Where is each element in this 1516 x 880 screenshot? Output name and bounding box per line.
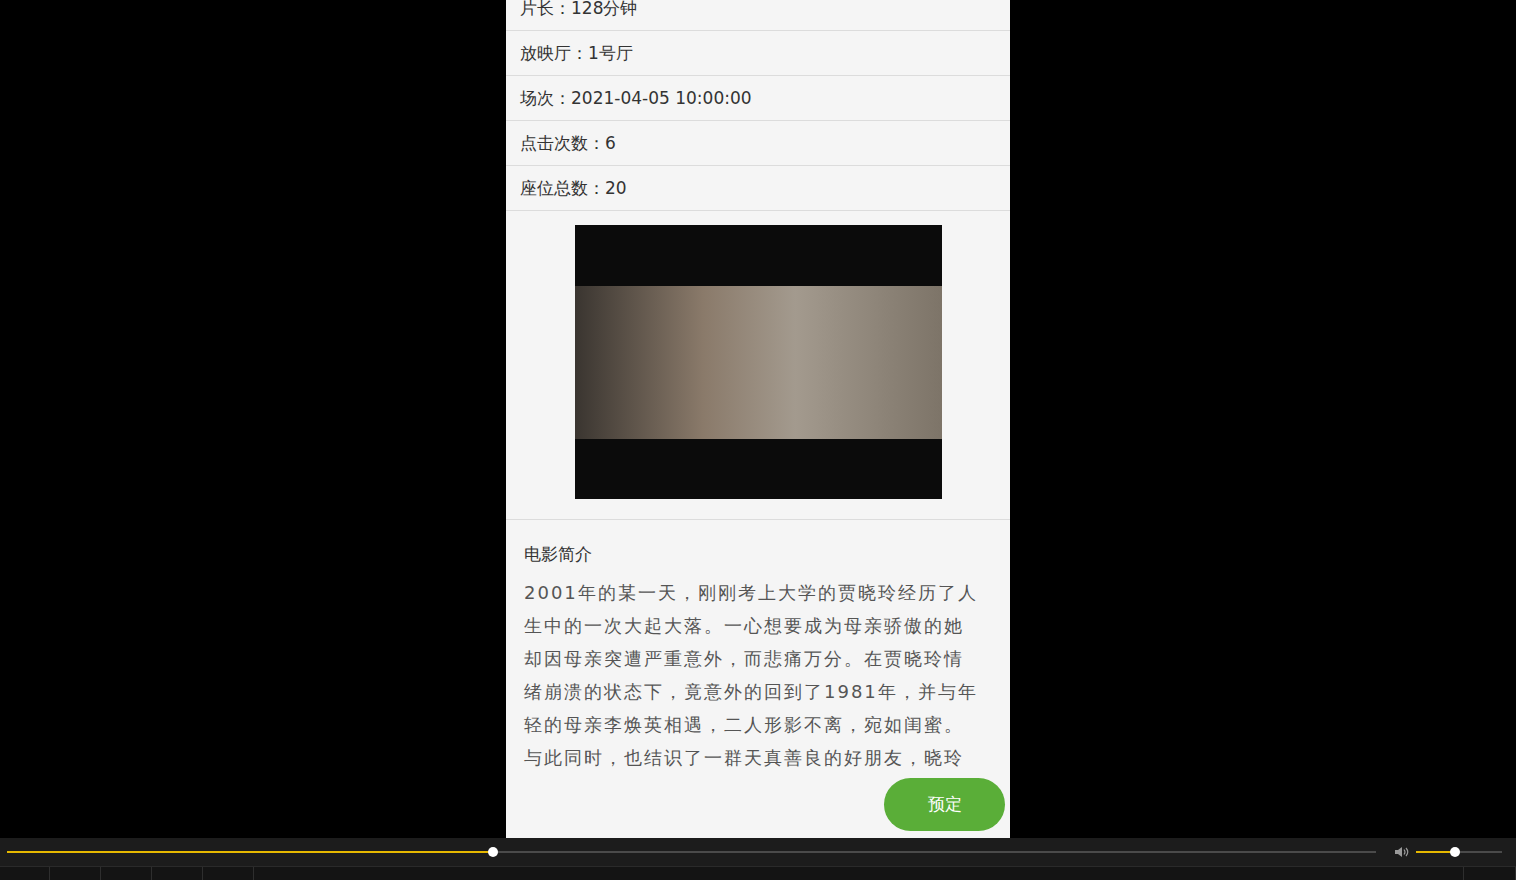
strip-cell: [50, 867, 101, 880]
description: 电影简介 2001年的某一天，刚刚考上大学的贾晓玲经历了人生中的一次大起大落。一心…: [506, 520, 1010, 770]
info-list: 片长：128分钟放映厅：1号厅场次：2021-04-05 10:00:00点击次…: [506, 0, 1010, 211]
description-line: 与此同时，也结识了一群天真善良的好朋友，晓玲: [524, 741, 992, 770]
description-line: 生中的一次大起大落。一心想要成为母亲骄傲的她: [524, 609, 992, 642]
stage: 片长：128分钟放映厅：1号厅场次：2021-04-05 10:00:00点击次…: [0, 0, 1516, 838]
progress-slider-fill: [7, 851, 493, 853]
info-row: 座位总数：20: [506, 166, 1010, 211]
strip-cell: [0, 867, 50, 880]
info-row: 场次：2021-04-05 10:00:00: [506, 76, 1010, 121]
info-row: 点击次数：6: [506, 121, 1010, 166]
description-title: 电影简介: [524, 542, 992, 566]
book-button[interactable]: 预定: [884, 778, 1005, 831]
volume-slider-knob[interactable]: [1450, 847, 1460, 857]
bottom-strip: [0, 866, 1516, 880]
volume-icon[interactable]: [1394, 845, 1410, 859]
strip-cell: [101, 867, 152, 880]
strip-cell: [1464, 867, 1516, 880]
progress-slider-knob[interactable]: [488, 847, 498, 857]
volume-group: [1394, 845, 1502, 859]
info-row: 片长：128分钟: [506, 0, 1010, 31]
info-row: 放映厅：1号厅: [506, 31, 1010, 76]
strip-cell: [254, 867, 1464, 880]
movie-panel: 片长：128分钟放映厅：1号厅场次：2021-04-05 10:00:00点击次…: [506, 0, 1010, 838]
description-line: 绪崩溃的状态下，竟意外的回到了1981年，并与年: [524, 675, 992, 708]
description-line: 2001年的某一天，刚刚考上大学的贾晓玲经历了人: [524, 576, 992, 609]
movie-still-scene: [575, 286, 942, 439]
movie-still[interactable]: [575, 225, 942, 499]
description-line: 轻的母亲李焕英相遇，二人形影不离，宛如闺蜜。: [524, 708, 992, 741]
progress-slider[interactable]: [7, 851, 1376, 853]
page: 片长：128分钟放映厅：1号厅场次：2021-04-05 10:00:00点击次…: [0, 0, 1516, 880]
volume-slider-fill: [1416, 851, 1455, 853]
volume-slider[interactable]: [1416, 851, 1502, 853]
description-line: 却因母亲突遭严重意外，而悲痛万分。在贾晓玲情: [524, 642, 992, 675]
strip-cell: [152, 867, 203, 880]
strip-cell: [203, 867, 254, 880]
footer: 预定: [506, 770, 1010, 838]
media-section: [506, 211, 1010, 520]
player-controls: [0, 838, 1516, 866]
